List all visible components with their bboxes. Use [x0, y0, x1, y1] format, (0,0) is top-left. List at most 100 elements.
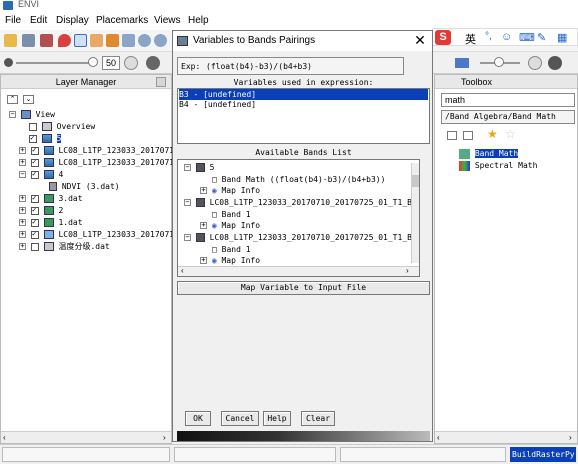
display-icon[interactable] [455, 58, 469, 68]
map-info-node-3[interactable]: + ◉ Map Info [200, 255, 260, 266]
image-preview-strip [177, 431, 430, 441]
bands-label: Available Bands List [255, 148, 352, 157]
fly-icon[interactable] [106, 34, 119, 47]
clear-button[interactable]: Clear [301, 411, 335, 426]
tree-ndvi-node[interactable]: NDVI (3.dat) [49, 181, 120, 192]
zoom-in-icon[interactable] [138, 34, 151, 47]
open-folder-icon[interactable] [4, 34, 17, 47]
toolbox-title: Toolbox [435, 75, 577, 89]
band-1-item-a[interactable]: □ Band 1 [212, 209, 251, 220]
band-math-item[interactable]: □ Band Math ((float(b4)-b3)/(b4+b3)) [212, 174, 385, 185]
status-cell-2 [174, 447, 336, 462]
band-node-b3[interactable]: − LC08_L1TP_123033_20170710_20170725_01_… [184, 197, 419, 208]
tree-layer-2[interactable]: + 2 [19, 204, 63, 216]
invert-icon[interactable] [548, 56, 562, 70]
dialog-titlebar: Variables to Bands Pairings ✕ [173, 31, 432, 51]
band-node-5[interactable]: − 5 [184, 162, 214, 173]
toolbox-search-input[interactable]: math [441, 93, 575, 107]
tree-layer-lc08-c[interactable]: + LC08_L1TP_123033_20170710_ [19, 228, 184, 240]
toolbox-band-math[interactable]: Band Math [459, 148, 519, 159]
select-arrow-icon[interactable] [74, 34, 87, 47]
sogou-logo-icon[interactable]: S [435, 30, 451, 45]
collapse-all-icon[interactable] [447, 131, 457, 140]
map-info-node-2[interactable]: + ◉ Map Info [200, 220, 260, 231]
bands-hscroll[interactable]: ‹ › [178, 266, 419, 276]
band-node-b4[interactable]: − LC08_L1TP_123033_20170710_20170725_01_… [184, 232, 419, 243]
exp-label: Exp: [181, 62, 201, 71]
layer-manager-panel: Layer Manager ⌃ ⌄ − View Overview 5 + LC… [0, 74, 184, 444]
tree-layer-4[interactable]: − 4 [19, 168, 63, 180]
menu-views[interactable]: Views [154, 15, 181, 26]
tree-overview-node[interactable]: Overview [29, 121, 95, 132]
microphone-icon[interactable]: ✎ [537, 31, 546, 44]
rotate-icon[interactable] [122, 34, 135, 47]
tree-layer-1dat[interactable]: + 1.dat [19, 216, 83, 228]
contrast-icon[interactable] [124, 56, 138, 70]
envi-logo-icon [3, 1, 13, 10]
tree-view-node[interactable]: − View [9, 109, 55, 120]
zoom-field[interactable]: 50 [102, 56, 120, 70]
transparency-thumb[interactable] [494, 57, 504, 67]
bands-list: − 5 □ Band Math ((float(b4)-b3)/(b4+b3))… [177, 159, 420, 277]
data-manager-icon[interactable] [22, 34, 35, 47]
zoom-out-icon[interactable] [154, 34, 167, 47]
slider-thumb[interactable] [88, 57, 98, 67]
expand-all-icon[interactable]: ⌄ [23, 95, 34, 104]
brightness-slider[interactable] [16, 62, 90, 64]
expand-all-icon[interactable] [463, 131, 473, 140]
tree-layer-5[interactable]: 5 [29, 132, 62, 144]
band-1-item-b[interactable]: □ Band 1 [212, 244, 251, 255]
tree-layer-temp[interactable]: + 温度分级.dat [19, 241, 110, 252]
panel-pin-icon[interactable] [156, 77, 166, 87]
bands-vscroll-thumb[interactable] [412, 175, 419, 187]
scroll-right-icon[interactable]: › [163, 433, 166, 442]
menu-grid-icon[interactable]: ▦ [557, 31, 567, 44]
emoji-icon[interactable]: ☺ [501, 31, 512, 43]
close-icon[interactable]: ✕ [412, 32, 428, 49]
menu-placemarks[interactable]: Placemarks [96, 15, 148, 26]
map-variable-button[interactable]: Map Variable to Input File [177, 281, 430, 295]
scroll-right-icon[interactable]: › [569, 433, 572, 442]
variables-label: Variables used in expression: [233, 78, 374, 87]
dialog-icon [177, 36, 188, 46]
pan-hand-icon[interactable] [90, 34, 103, 47]
toolbox-spectral-math[interactable]: Spectral Math [459, 160, 537, 171]
help-button[interactable]: Help [263, 411, 291, 426]
bands-vscroll[interactable] [411, 163, 419, 263]
stretch-icon[interactable] [528, 56, 542, 70]
punctuation-icon[interactable]: °, [485, 31, 492, 42]
scroll-left-icon[interactable]: ‹ [437, 433, 440, 442]
task-progress: BuildRasterPyra [510, 447, 576, 462]
menu-display[interactable]: Display [56, 15, 89, 26]
app-titlebar: ENVI [0, 0, 578, 12]
ok-button[interactable]: OK [185, 411, 211, 426]
keyboard-icon[interactable]: ⌨ [519, 31, 535, 44]
variable-b4-item[interactable]: B4 - [undefined] [179, 99, 256, 110]
menu-edit[interactable]: Edit [30, 15, 47, 26]
placemark-icon[interactable] [58, 34, 71, 47]
dialog-title: Variables to Bands Pairings [193, 35, 316, 46]
cancel-button[interactable]: Cancel [221, 411, 259, 426]
tree-layer-lc08-b[interactable]: + LC08_L1TP_123033_20170710_ [19, 156, 184, 168]
unfavorite-star-icon[interactable]: ☆ [505, 127, 516, 141]
scroll-left-icon[interactable]: ‹ [181, 266, 184, 275]
variables-list: B3 - [undefined] B4 - [undefined] [177, 88, 430, 144]
favorite-star-icon[interactable]: ★ [487, 127, 498, 141]
collapse-all-icon[interactable]: ⌃ [7, 95, 18, 104]
ime-language[interactable]: 英 [465, 31, 476, 47]
ime-toolbar: S 英 °, ☺ ⌨ ✎ ▦ [432, 28, 578, 46]
menu-file[interactable]: File [5, 15, 21, 26]
toolbox-hscroll[interactable]: ‹ › [435, 431, 577, 443]
sharpen-icon[interactable] [146, 56, 160, 70]
layer-hscroll[interactable]: ‹ › [1, 431, 171, 443]
tree-layer-3dat[interactable]: + 3.dat [19, 192, 83, 204]
scroll-left-icon[interactable]: ‹ [3, 433, 6, 442]
expression-value: (float(b4)-b3)/(b4+b3) [206, 62, 312, 71]
map-info-node-1[interactable]: + ◉ Map Info [200, 185, 260, 196]
scroll-right-icon[interactable]: › [406, 266, 409, 275]
brightness-icon [4, 58, 13, 67]
layer-icon[interactable] [40, 34, 53, 47]
tree-layer-lc08-a[interactable]: + LC08_L1TP_123033_20170710_ [19, 144, 184, 156]
menu-help[interactable]: Help [188, 15, 209, 26]
expression-field: Exp: (float(b4)-b3)/(b4+b3) [177, 57, 404, 75]
